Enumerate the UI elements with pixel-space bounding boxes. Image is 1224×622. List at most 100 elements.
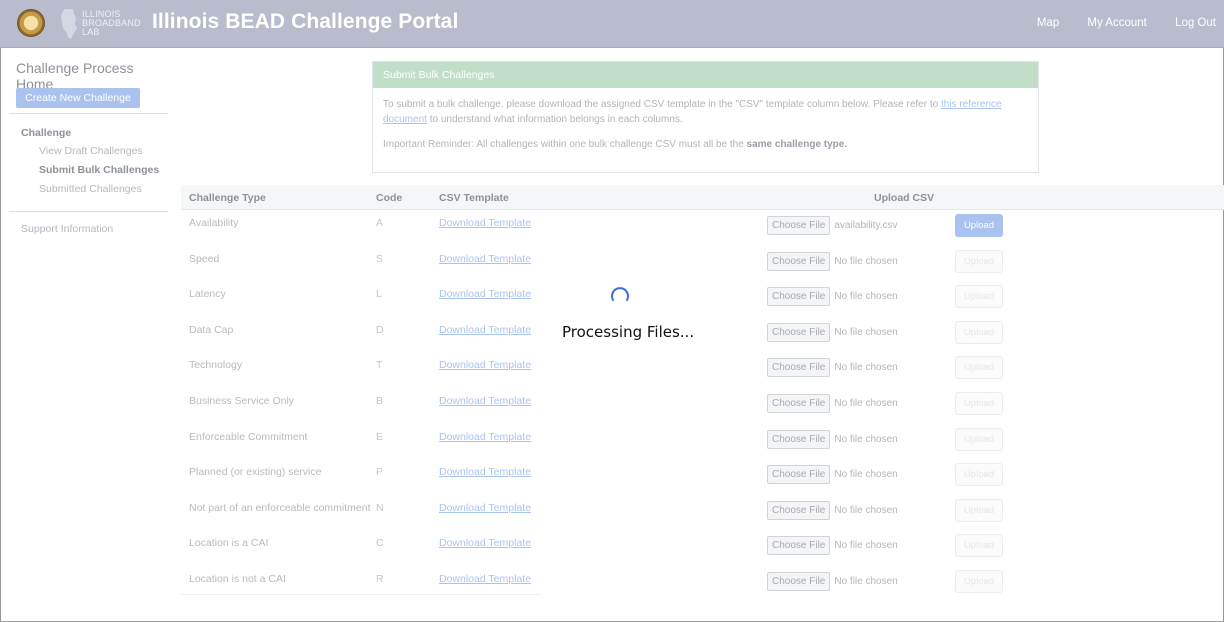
- code-cell: A: [376, 217, 384, 229]
- upload-button[interactable]: Upload: [955, 534, 1003, 558]
- challenge-type-cell: Not part of an enforceable commitment: [189, 501, 371, 514]
- sidebar: Challenge Process Home Create New Challe…: [9, 60, 168, 235]
- download-template-link[interactable]: Download Template: [439, 288, 531, 300]
- reminder-emphasis: same challenge type.: [746, 139, 848, 150]
- sidebar-group-challenge: Challenge: [21, 127, 72, 139]
- challenge-type-cell: Technology: [189, 359, 243, 372]
- upload-button[interactable]: Upload: [955, 214, 1003, 237]
- challenge-type-cell: Location is a CAI: [189, 537, 269, 550]
- choose-file-button[interactable]: Choose File: [767, 322, 831, 342]
- challenge-type-cell: Enforceable Commitment: [189, 430, 308, 443]
- download-template-link[interactable]: Download Template: [439, 395, 531, 407]
- choose-file-button[interactable]: Choose File: [767, 358, 831, 378]
- choose-file-button[interactable]: Choose File: [767, 216, 831, 235]
- challenge-type-cell: Business Service Only: [189, 394, 295, 407]
- upload-button[interactable]: Upload: [955, 391, 1003, 415]
- challenge-type-cell: Data Cap: [189, 323, 234, 336]
- file-input: Choose File No file chosen: [767, 322, 947, 342]
- download-template-link[interactable]: Download Template: [439, 573, 531, 585]
- download-template-link[interactable]: Download Template: [439, 502, 531, 514]
- code-cell: B: [376, 394, 384, 407]
- challenge-type-cell: Planned (or existing) service: [189, 466, 322, 479]
- choose-file-button[interactable]: Choose File: [767, 536, 831, 556]
- create-new-challenge-button[interactable]: Create New Challenge: [16, 88, 140, 108]
- file-input: Choose File No file chosen: [767, 465, 947, 485]
- code-cell: L: [376, 288, 382, 301]
- table-row: Data Cap D Download Template Choose File No …: [181, 317, 1224, 353]
- download-template-link[interactable]: Download Template: [439, 537, 531, 549]
- broadband-lab-logo: ILLINOIS BROADBAND LAB: [60, 6, 150, 42]
- sidebar-item-submitted[interactable]: Submitted Challenges: [39, 183, 142, 195]
- code-cell: E: [376, 430, 384, 443]
- instructions-part-2: to understand what information belongs i…: [426, 114, 683, 125]
- file-input: Choose File availability.csv: [767, 216, 947, 235]
- download-template-link[interactable]: Download Template: [439, 431, 531, 443]
- sidebar-item-support[interactable]: Support Information: [21, 223, 113, 235]
- processing-message: Processing Files...: [562, 323, 695, 341]
- logo-text: ILLINOIS BROADBAND LAB: [82, 10, 141, 37]
- download-template-link[interactable]: Download Template: [439, 359, 531, 371]
- choose-file-button[interactable]: Choose File: [767, 465, 831, 485]
- sidebar-item-view-draft[interactable]: View Draft Challenges: [39, 145, 143, 157]
- loading-spinner-icon: [611, 287, 629, 301]
- table-row: Not part of an enforceable commitment N Do…: [181, 495, 1224, 531]
- upload-button[interactable]: Upload: [955, 356, 1003, 380]
- sidebar-item-submit-bulk[interactable]: Submit Bulk Challenges: [39, 164, 159, 176]
- upload-button[interactable]: Upload: [955, 498, 1003, 522]
- file-input: Choose File No file chosen: [767, 287, 947, 307]
- upload-button[interactable]: Upload: [955, 427, 1003, 451]
- code-cell: P: [376, 466, 384, 479]
- choose-file-button[interactable]: Choose File: [767, 251, 831, 271]
- file-name: No file chosen: [834, 469, 898, 481]
- table-row: Technology T Download Template Choose File N…: [181, 352, 1224, 388]
- choose-file-button[interactable]: Choose File: [767, 287, 831, 307]
- code-cell: D: [376, 323, 384, 336]
- state-seal-icon: [17, 9, 45, 37]
- nav-log-out-link[interactable]: Log Out: [1175, 17, 1216, 29]
- challenge-type-cell: Availability: [189, 217, 239, 229]
- illinois-state-icon: [61, 9, 77, 39]
- file-name: No file chosen: [834, 326, 898, 338]
- instructions-text: To submit a bulk challenge, please downl…: [383, 97, 1028, 127]
- reminder-text: Important Reminder: All challenges withi…: [383, 137, 1028, 152]
- upload-button[interactable]: Upload: [955, 285, 1003, 309]
- download-template-link[interactable]: Download Template: [439, 466, 531, 478]
- code-cell: N: [376, 501, 384, 514]
- choose-file-button[interactable]: Choose File: [767, 500, 831, 520]
- table-row: Availability A Download Template Choose Fil…: [181, 210, 1224, 246]
- header-csv-template: CSV Template: [439, 192, 509, 204]
- table-row: Latency L Download Template Choose File No f…: [181, 281, 1224, 317]
- upload-button[interactable]: Upload: [955, 320, 1003, 344]
- code-cell: C: [376, 537, 384, 550]
- bulk-challenge-table: Challenge Type Code CSV Template Upload …: [181, 185, 1224, 602]
- file-input: Choose File No file chosen: [767, 393, 947, 413]
- file-input: Choose File No file chosen: [767, 571, 947, 591]
- choose-file-button[interactable]: Choose File: [767, 393, 831, 413]
- bulk-challenges-panel: Submit Bulk Challenges To submit a bulk …: [372, 61, 1039, 173]
- table-row: Location is a CAI C Download Template Choos…: [181, 530, 1224, 566]
- table-bottom-border: [181, 594, 541, 595]
- challenge-type-cell: Speed: [189, 252, 220, 265]
- download-template-link[interactable]: Download Template: [439, 217, 531, 229]
- choose-file-button[interactable]: Choose File: [767, 571, 831, 591]
- challenge-type-cell: Location is not a CAI: [189, 572, 286, 585]
- reminder-prefix: Important Reminder: All challenges withi…: [383, 139, 747, 150]
- nav-my-account-link[interactable]: My Account: [1087, 17, 1146, 29]
- file-name: No file chosen: [834, 291, 898, 303]
- upload-button[interactable]: Upload: [955, 249, 1003, 273]
- download-template-link[interactable]: Download Template: [439, 253, 531, 265]
- upload-button[interactable]: Upload: [955, 463, 1003, 487]
- table-row: Speed S Download Template Choose File No fil…: [181, 246, 1224, 282]
- header-upload-csv: Upload CSV: [874, 192, 935, 204]
- table-header: Challenge Type Code CSV Template Upload …: [181, 185, 1224, 210]
- file-name: No file chosen: [834, 397, 898, 409]
- choose-file-button[interactable]: Choose File: [767, 429, 831, 449]
- challenge-type-cell: Latency: [189, 288, 226, 301]
- site-title[interactable]: Illinois BEAD Challenge Portal: [152, 10, 458, 34]
- file-name: No file chosen: [834, 575, 898, 587]
- upload-button[interactable]: Upload: [955, 569, 1003, 593]
- file-name: No file chosen: [834, 433, 898, 445]
- table-row: Location is not a CAI R Download Template C…: [181, 566, 1224, 602]
- download-template-link[interactable]: Download Template: [439, 324, 531, 336]
- nav-map-link[interactable]: Map: [1037, 17, 1059, 29]
